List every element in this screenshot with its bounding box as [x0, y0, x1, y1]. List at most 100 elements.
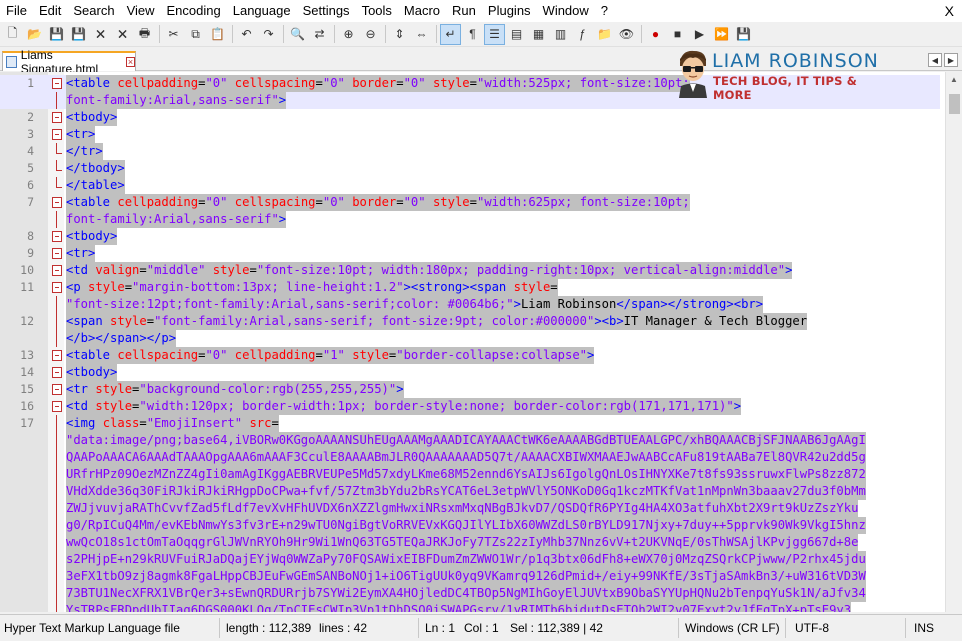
editor-line[interactable]: 3eFX1tbO9zj8agmk8FgaLHppCBJEuFwGEmSANBoN…: [0, 568, 940, 585]
editor-line[interactable]: 12 <span style="font-family:Arial,sans-se…: [0, 313, 940, 330]
code-editor[interactable]: 1 <table cellpadding="0" cellspacing="0" …: [0, 72, 962, 612]
folder-workspace-icon[interactable]: 📁: [594, 24, 615, 45]
scrollbar-thumb[interactable]: [949, 94, 960, 114]
editor-line[interactable]: YsTRPsFRDpdUbIIag6DGS000KLOq/TpCIEsCWIp3…: [0, 602, 940, 612]
redo-icon[interactable]: ↷: [258, 24, 279, 45]
vertical-scrollbar[interactable]: ▲: [945, 72, 962, 612]
save-all-icon[interactable]: 💾: [68, 24, 89, 45]
menu-plugins[interactable]: Plugins: [482, 0, 537, 22]
fold-toggle-icon[interactable]: [52, 282, 62, 293]
menu-run[interactable]: Run: [446, 0, 482, 22]
sync-vertical-icon[interactable]: ⇕: [389, 24, 410, 45]
save-icon[interactable]: 💾: [46, 24, 67, 45]
editor-line[interactable]: 13 <table cellspacing="0" cellpadding="1"…: [0, 347, 940, 364]
editor-line[interactable]: 16 <td style="width:120px; border-width:1…: [0, 398, 940, 415]
fold-toggle-icon[interactable]: [52, 401, 62, 412]
new-file-icon[interactable]: 🗋: [2, 24, 23, 45]
record-macro-icon[interactable]: ●: [645, 24, 666, 45]
doc-list-icon[interactable]: ▥: [550, 24, 571, 45]
scroll-up-icon[interactable]: ▲: [949, 75, 959, 85]
menu-window[interactable]: Window: [537, 0, 595, 22]
encoding[interactable]: UTF-8: [795, 615, 829, 641]
zoom-in-icon[interactable]: ⊕: [338, 24, 359, 45]
editor-line[interactable]: QAAPoAAACA6AAAdTAAAOpgAAA6mAAAF3CculE8AA…: [0, 449, 940, 466]
word-wrap-icon[interactable]: ↵: [440, 23, 461, 45]
copy-icon[interactable]: ⧉: [185, 24, 206, 45]
doc-map-icon[interactable]: ▦: [528, 24, 549, 45]
run-macro-multiple-icon[interactable]: ⏩: [711, 24, 732, 45]
editor-line[interactable]: font-family:Arial,sans-serif">: [0, 211, 940, 228]
editor-line[interactable]: 4 </tr>: [0, 143, 940, 160]
editor-line[interactable]: 9 <tr>: [0, 245, 940, 262]
fold-toggle-icon[interactable]: [52, 350, 62, 361]
menu-search[interactable]: Search: [67, 0, 120, 22]
editor-line[interactable]: "font-size:12pt;font-family:Arial,sans-s…: [0, 296, 940, 313]
menu-tools[interactable]: Tools: [356, 0, 398, 22]
editor-line[interactable]: URfrHPz09OezMZnZZ4gIi0amAgIKggAEBRVEUPe5…: [0, 466, 940, 483]
fold-toggle-icon[interactable]: [52, 367, 62, 378]
editor-line[interactable]: 10 <td valign="middle" style="font-size:1…: [0, 262, 940, 279]
editor-line[interactable]: 8 <tbody>: [0, 228, 940, 245]
save-macro-icon[interactable]: 💾: [733, 24, 754, 45]
editor-line[interactable]: 14 <tbody>: [0, 364, 940, 381]
fold-toggle-icon[interactable]: [52, 248, 62, 259]
sync-horizontal-icon[interactable]: ⇔: [411, 24, 432, 45]
editor-line[interactable]: g0/RpICuQ4Mm/evKEbNmwYs3fv3rE+n29wTU0Ngi…: [0, 517, 940, 534]
editor-line[interactable]: 17 <img class="EmojiInsert" src=: [0, 415, 940, 432]
editor-line[interactable]: "data:image/png;base64,iVBORw0KGgoAAAANS…: [0, 432, 940, 449]
editor-line[interactable]: 5 </tbody>: [0, 160, 940, 177]
editor-line[interactable]: 3 <tr>: [0, 126, 940, 143]
tab-scroll-right-icon[interactable]: ▶: [944, 53, 958, 67]
print-icon[interactable]: 🖶: [134, 24, 155, 45]
editor-line[interactable]: 7 <table cellpadding="0" cellspacing="0" …: [0, 194, 940, 211]
fold-toggle-icon[interactable]: [52, 112, 62, 123]
undo-icon[interactable]: ↶: [236, 24, 257, 45]
editor-line[interactable]: VHdXdde36q30FiRJkiRJkiRHgpDoCPwa+fvf/57Z…: [0, 483, 940, 500]
eol-format[interactable]: Windows (CR LF): [685, 615, 780, 641]
close-tab-icon[interactable]: ×: [125, 57, 135, 67]
find-icon[interactable]: 🔍: [287, 24, 308, 45]
editor-line[interactable]: wwQcO18s1ctOmTaOqqgrGlJWVnRYOh9Hr9Wi1WnQ…: [0, 534, 940, 551]
editor-line[interactable]: 15 <tr style="background-color:rgb(255,25…: [0, 381, 940, 398]
close-all-icon[interactable]: 🗙: [112, 24, 133, 45]
fold-toggle-icon[interactable]: [52, 129, 62, 140]
cut-icon[interactable]: ✂: [163, 24, 184, 45]
insert-mode[interactable]: INS: [914, 615, 934, 641]
fold-toggle-icon[interactable]: [52, 197, 62, 208]
stop-macro-icon[interactable]: ■: [667, 24, 688, 45]
close-file-icon[interactable]: 🗙: [90, 24, 111, 45]
paste-icon[interactable]: 📋: [207, 24, 228, 45]
fold-toggle-icon[interactable]: [52, 231, 62, 242]
language-icon[interactable]: ▤: [506, 24, 527, 45]
menu-settings[interactable]: Settings: [297, 0, 356, 22]
fold-toggle-icon[interactable]: [52, 265, 62, 276]
replace-icon[interactable]: ⇄: [309, 24, 330, 45]
zoom-out-icon[interactable]: ⊖: [360, 24, 381, 45]
menu-encoding[interactable]: Encoding: [161, 0, 227, 22]
play-macro-icon[interactable]: ▶: [689, 24, 710, 45]
tab-scroll-left-icon[interactable]: ◀: [928, 53, 942, 67]
open-file-icon[interactable]: 📂: [24, 24, 45, 45]
monitoring-icon[interactable]: 👁: [616, 24, 637, 45]
editor-line[interactable]: s2PHjpE+n29kRUVFuiRJaDQajEYjWq0WWZaPy70F…: [0, 551, 940, 568]
fold-toggle-icon[interactable]: [52, 78, 62, 89]
fold-toggle-icon[interactable]: [52, 384, 62, 395]
menu-language[interactable]: Language: [227, 0, 297, 22]
tab-liams-signature[interactable]: Liams Signature.html ×: [2, 48, 136, 76]
editor-line[interactable]: ZWJjvuvjaRAThCvvfZad5fLdf7evXvHFhUVDX6nX…: [0, 500, 940, 517]
code-token: QAAPoAAACA6AAAdTAAAOpgAAA6mAAAF3CculE8AA…: [66, 450, 866, 464]
menu-help[interactable]: ?: [595, 0, 614, 22]
close-document-button[interactable]: X: [945, 0, 954, 22]
editor-line[interactable]: </b></span></p>: [0, 330, 940, 347]
editor-line[interactable]: 73BTU1NecXFRX1VBrQer3+sEwnQRDURrjb7SYWi2…: [0, 585, 940, 602]
menu-edit[interactable]: Edit: [33, 0, 67, 22]
editor-line[interactable]: 6 </table>: [0, 177, 940, 194]
menu-macro[interactable]: Macro: [398, 0, 446, 22]
show-all-chars-icon[interactable]: ¶: [462, 24, 483, 45]
indent-guide-icon[interactable]: ☰: [484, 23, 505, 45]
menu-view[interactable]: View: [121, 0, 161, 22]
editor-line[interactable]: 2 <tbody>: [0, 109, 940, 126]
function-list-icon[interactable]: ƒ: [572, 24, 593, 45]
editor-line[interactable]: 11 <p style="margin-bottom:13px; line-hei…: [0, 279, 940, 296]
menu-file[interactable]: File: [0, 0, 33, 22]
